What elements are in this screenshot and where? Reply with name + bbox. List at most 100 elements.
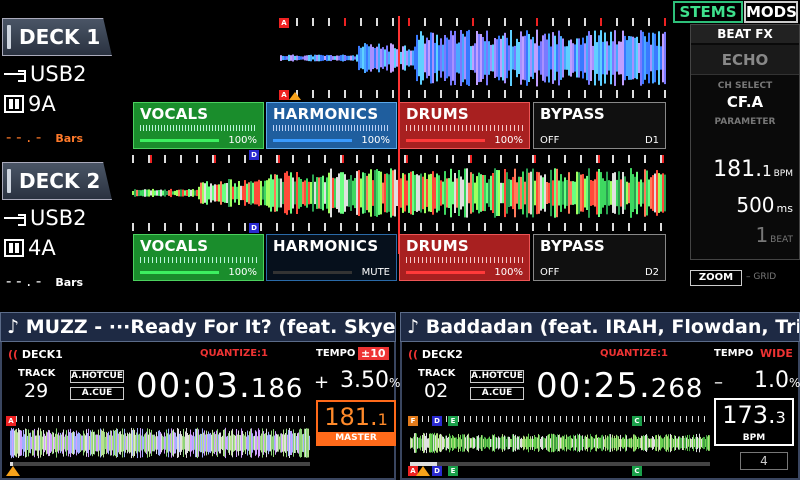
deck2-track-number: 02 [424,380,449,402]
deck2-key-label: 4A [28,236,56,260]
stems-button[interactable]: STEMS [673,1,743,23]
deck1-track-number: 29 [24,380,49,402]
bypass-deck-tag: D2 [644,267,659,278]
stem-name: HARMONICS [273,237,379,255]
deck2-source: USB2 [4,206,86,230]
deck1-cue-triangle-icon [6,466,20,476]
stem-level-bar [140,139,219,142]
deck2-overview-waveform[interactable] [410,426,710,460]
deck2-stem-vocals[interactable]: VOCALS 100% [133,234,264,281]
deck1-stem-harmonics[interactable]: HARMONICS 100% [266,102,397,149]
deck1-marker-a-bottom: A [279,90,289,100]
deck2-overview-marker-d: D [432,416,442,426]
stem-name: DRUMS [406,237,469,255]
deck1-info-panel: (( DECK1 QUANTIZE:1 TEMPO ±10 TRACK 29 A… [0,342,400,480]
deck1-auto-hotcue[interactable]: A.HOTCUE [70,370,124,383]
deck2-bars-unit: Bars [55,276,84,289]
deck2-track-label: TRACK [418,368,456,379]
deck2-info-panel: (( DECK2 QUANTIZE:1 TEMPO WIDE TRACK 02 … [400,342,800,480]
deck2-bpm-dec: 3 [775,408,786,427]
stem-level-value: 100% [494,267,523,278]
deck2-bpm-display[interactable]: 173.3 BPM [714,398,794,446]
bypass-deck-tag: D1 [644,135,659,146]
deck1-stem-vocals[interactable]: VOCALS 100% [133,102,264,149]
deck2-quantize[interactable]: QUANTIZE:1 [600,348,668,359]
deck2-tempo-number: 1.0 [754,368,789,393]
deck1-overview-ruler [10,416,310,422]
bypass-off-label: OFF [540,135,560,146]
deck1-key-label: 9A [28,92,56,116]
deck1-key: 9A [4,92,56,116]
marker-c-label: C [634,417,640,425]
deck2-auto-cue[interactable]: A.CUE [470,387,524,400]
fx-ch-select-label: CH SELECT [717,81,773,91]
marker-d-label: D [434,417,440,425]
deck1-quantize[interactable]: QUANTIZE:1 [200,348,268,359]
fx-effect-name[interactable]: ECHO [691,45,799,75]
deck2-stem-bypass[interactable]: BYPASS OFF D2 [533,234,666,281]
stem-name: DRUMS [406,105,469,123]
deck2-auto-hotcue[interactable]: A.HOTCUE [470,370,524,383]
stem-name: HARMONICS [273,105,379,123]
deck2-marker-d-top: D [249,150,259,160]
fx-ch-value[interactable]: CF.A [691,93,799,111]
deck2-bpm-int: 173. [722,401,776,429]
deck1-tempo-value: 3.50% [340,368,400,393]
deck1-auto-cue[interactable]: A.CUE [70,387,124,400]
deck1-time: 00:03.186 [136,366,303,406]
stem-mini-wave [140,257,257,263]
deck2-overview-marker-e: E [448,416,458,426]
deck2-tempo-sign: – [714,372,723,393]
deck1-progress-bar[interactable] [10,462,310,466]
mods-button[interactable]: MODS [744,1,798,23]
deck2-time: 00:25.268 [536,366,703,406]
deck1-overview-waveform[interactable] [10,426,310,460]
marker-a-label: A [410,467,416,475]
marker-a-label: A [281,91,287,99]
stem-level-value: 100% [361,135,390,146]
deck1-cue-triangle-icon [289,92,301,100]
fx-param-ms: 500 ms [736,193,793,217]
deck1-tempo-label: TEMPO [316,348,356,359]
fx-bpm-unit: BPM [773,169,793,179]
deck1-master-label: MASTER [318,432,394,444]
fx-param-bpm: 181.1 BPM [713,157,793,182]
deck1-bpm-int: 181. [324,403,378,431]
bypass-off-label: OFF [540,267,560,278]
deck1-stem-bypass[interactable]: BYPASS OFF D1 [533,102,666,149]
stem-name: VOCALS [140,237,209,255]
deck1-bpm-display[interactable]: 181.1 MASTER [316,400,396,446]
deck2-beat-sync[interactable]: 4 [740,452,788,470]
zoom-label: ZOOM [698,272,734,283]
marker-e-label: E [450,417,456,425]
deck2-stem-harmonics[interactable]: HARMONICS MUTE [266,234,397,281]
fx-ms-value: 500 [736,193,775,217]
deck2-tab[interactable]: DECK 2 [2,162,112,200]
deck2-stem-drums[interactable]: DRUMS 100% [399,234,530,281]
deck1-label-text: DECK1 [21,348,63,361]
zoom-button[interactable]: ZOOM [690,270,742,286]
stems-button-label: STEMS [679,3,737,21]
stem-mini-wave [406,257,523,263]
deck2-bar-ruler-top [150,155,666,163]
fx-ms-unit: ms [776,202,793,215]
deck2-tempo-range[interactable]: WIDE [760,347,793,360]
deck2-tempo-value: 1.0% [754,368,800,393]
deck1-tab[interactable]: DECK 1 [2,18,112,56]
deck2-bars-value: - - . - [6,272,42,290]
marker-d-label: D [251,151,257,159]
stem-name: VOCALS [140,105,209,123]
deck2-bpm-unit: BPM [742,433,766,443]
deck2-overview-marker-d-bottom: D [432,466,442,476]
deck1-tempo-number: 3.50 [340,368,389,393]
stem-mini-wave [140,125,257,131]
marker-a-label: A [281,19,287,27]
grid-label[interactable]: – GRID [746,272,776,282]
deck1-waveform[interactable] [280,28,666,88]
deck1-stem-drums[interactable]: DRUMS 100% [399,102,530,149]
stem-level-bar [406,271,485,274]
deck1-bar-ruler-top [280,18,666,26]
deck2-label-text: DECK2 [421,348,463,361]
deck2-key: 4A [4,236,56,260]
deck1-tempo-range[interactable]: ±10 [358,347,389,360]
